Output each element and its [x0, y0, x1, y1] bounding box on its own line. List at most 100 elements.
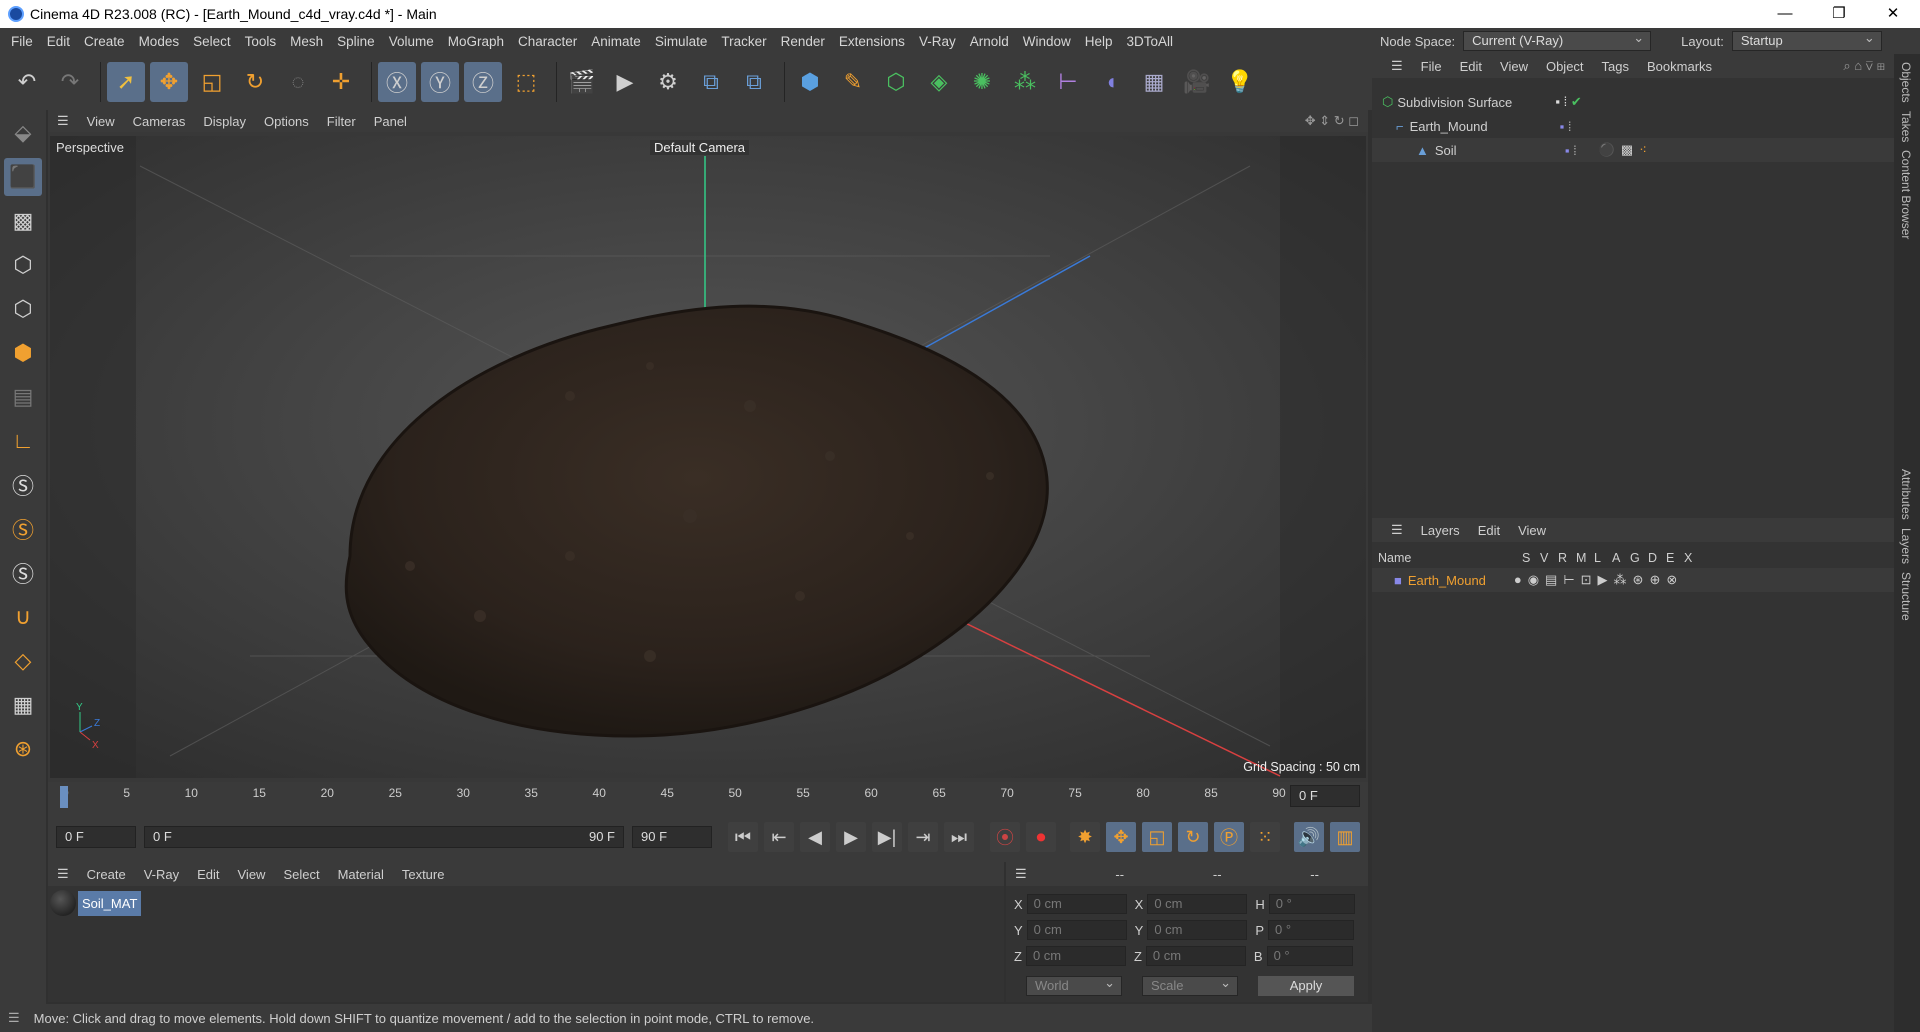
menu-mograph[interactable]: MoGraph	[441, 34, 511, 49]
material-menu-edit[interactable]: Edit	[188, 867, 228, 882]
scale-key-icon[interactable]: ◱	[1142, 822, 1172, 852]
solo-hierarchy-icon[interactable]: Ⓢ	[4, 554, 42, 592]
position-z-field[interactable]: 0 cm	[1025, 946, 1126, 966]
make-editable-icon[interactable]: ⬙	[4, 114, 42, 152]
menu-render[interactable]: Render	[774, 34, 832, 49]
autokey-icon[interactable]: ⏺	[1026, 822, 1056, 852]
menu-spline[interactable]: Spline	[330, 34, 382, 49]
go-to-start-icon[interactable]: ⏮	[728, 822, 758, 852]
object-menu-view[interactable]: View	[1491, 59, 1537, 74]
search-icon[interactable]: ⌕ ⌂ ⊽ ⊞	[1834, 58, 1894, 74]
render-view-icon[interactable]: 🎬	[563, 62, 601, 102]
tab-takes[interactable]: Takes	[1899, 111, 1913, 142]
planar-workplane-icon[interactable]: ⊛	[4, 730, 42, 768]
menu-arnold[interactable]: Arnold	[963, 34, 1016, 49]
x-axis-lock-icon[interactable]: Ⓧ	[378, 62, 416, 102]
hamburger-icon[interactable]: ☰	[48, 113, 78, 129]
live-select-icon[interactable]: ✛	[322, 62, 360, 102]
recent-tool-icon[interactable]: ◌	[279, 62, 317, 102]
previous-frame-icon[interactable]: ◀	[800, 822, 830, 852]
phong-tag-icon[interactable]: ⁖	[1639, 142, 1647, 158]
select-tool-icon[interactable]: ➚	[107, 62, 145, 102]
material-menu-view[interactable]: View	[229, 867, 275, 882]
status-menu-icon[interactable]: ☰	[8, 1010, 20, 1026]
viewport-menu-display[interactable]: Display	[194, 114, 255, 129]
hamburger-icon[interactable]: ☰	[1382, 58, 1412, 74]
model-mode-icon[interactable]: ⬛	[4, 158, 42, 196]
material-menu-material[interactable]: Material	[329, 867, 393, 882]
position-x-field[interactable]: 0 cm	[1026, 894, 1127, 914]
size-z-field[interactable]: 0 cm	[1145, 946, 1246, 966]
hamburger-icon[interactable]: ☰	[48, 866, 78, 882]
hamburger-icon[interactable]: ☰	[1006, 866, 1036, 882]
object-row[interactable]: ▲ Soil ▪ ⁞ ⚫ ▩ ⁖	[1372, 138, 1894, 162]
menu-vray[interactable]: V-Ray	[912, 34, 963, 49]
sound-icon[interactable]: 🔊	[1294, 822, 1324, 852]
move-tool-icon[interactable]: ✥	[150, 62, 188, 102]
next-frame-icon[interactable]: ▶|	[872, 822, 902, 852]
object-row[interactable]: ⌐ Earth_Mound ▪ ⁞	[1372, 114, 1894, 138]
viewport-menu-panel[interactable]: Panel	[365, 114, 416, 129]
current-frame-field[interactable]: 0 F	[1290, 785, 1360, 807]
material-menu-create[interactable]: Create	[78, 867, 135, 882]
rotate-tool-icon[interactable]: ↻	[236, 62, 274, 102]
material-menu-vray[interactable]: V-Ray	[135, 867, 188, 882]
cloner-icon[interactable]: ⁂	[1006, 62, 1044, 102]
object-menu-tags[interactable]: Tags	[1593, 59, 1638, 74]
workplane-icon[interactable]: ◇	[4, 642, 42, 680]
point-mode-icon[interactable]: ⬡	[4, 246, 42, 284]
rotation-b-field[interactable]: 0 °	[1266, 946, 1353, 966]
viewport-nav-icons[interactable]: ✥ ⇕ ↻ ◻	[1296, 113, 1368, 129]
viewport-menu-options[interactable]: Options	[255, 114, 318, 129]
next-key-icon[interactable]: ⇥	[908, 822, 938, 852]
tab-objects[interactable]: Objects	[1899, 62, 1913, 103]
size-x-field[interactable]: 0 cm	[1147, 894, 1248, 914]
undo-icon[interactable]: ↶	[8, 62, 46, 102]
menu-animate[interactable]: Animate	[584, 34, 648, 49]
python-icon[interactable]: ⧉	[692, 62, 730, 102]
object-menu-file[interactable]: File	[1412, 59, 1451, 74]
snap-icon[interactable]: ∪	[4, 598, 42, 636]
floor-icon[interactable]: ▦	[1135, 62, 1173, 102]
position-y-field[interactable]: 0 cm	[1026, 920, 1127, 940]
material-tag-icon[interactable]: ⚫	[1599, 142, 1615, 158]
tab-content-browser[interactable]: Content Browser	[1899, 150, 1913, 239]
tab-layers[interactable]: Layers	[1899, 528, 1913, 564]
frame-range-slider[interactable]: 0 F 90 F	[144, 826, 624, 848]
object-row[interactable]: ⬡ Subdivision Surface ▪ ⁞ ✔	[1372, 90, 1894, 114]
visibility-dots[interactable]: ▪ ⁞ ✔	[1555, 94, 1581, 110]
hamburger-icon[interactable]: ☰	[1382, 522, 1412, 538]
camera-icon[interactable]: 🎥	[1178, 62, 1216, 102]
end-frame-field[interactable]: 90 F	[632, 826, 712, 848]
node-space-dropdown[interactable]: Current (V-Ray)	[1463, 29, 1652, 51]
layer-toggle-icons[interactable]: ●◉▤⊢⊡▶⁂⊛⊕⊗	[1514, 572, 1683, 588]
timeline-ruler[interactable]: 0 5 10 15 20 25 30 35 40 45 50 55 60 65 …	[48, 782, 1368, 812]
keyframe-selection-icon[interactable]: ✸	[1070, 822, 1100, 852]
layout-dropdown[interactable]: Startup	[1731, 29, 1882, 51]
field-icon[interactable]: ◖	[1092, 62, 1130, 102]
subdivision-icon[interactable]: ⬡	[877, 62, 915, 102]
tab-attributes[interactable]: Attributes	[1899, 469, 1913, 520]
go-to-end-icon[interactable]: ⏭	[944, 822, 974, 852]
maximize-button[interactable]: ❐	[1812, 0, 1866, 28]
menu-tools[interactable]: Tools	[238, 34, 284, 49]
locked-workplane-icon[interactable]: ▦	[4, 686, 42, 724]
array-icon[interactable]: ✺	[963, 62, 1001, 102]
viewport-menu-cameras[interactable]: Cameras	[124, 114, 195, 129]
coordinate-space-dropdown[interactable]: World	[1026, 974, 1122, 996]
object-menu-edit[interactable]: Edit	[1451, 59, 1491, 74]
pen-icon[interactable]: ✎	[834, 62, 872, 102]
3d-viewport[interactable]: Y Z X Perspective Default Camera Grid Sp…	[50, 136, 1366, 778]
menu-extensions[interactable]: Extensions	[832, 34, 912, 49]
layers-menu-layers[interactable]: Layers	[1412, 523, 1469, 538]
viewport-menu-view[interactable]: View	[78, 114, 124, 129]
axis-mode-icon[interactable]: ∟	[4, 422, 42, 460]
size-mode-dropdown[interactable]: Scale	[1142, 974, 1238, 996]
layers-menu-view[interactable]: View	[1509, 523, 1555, 538]
previous-key-icon[interactable]: ⇤	[764, 822, 794, 852]
layer-row[interactable]: ■ Earth_Mound ●◉▤⊢⊡▶⁂⊛⊕⊗	[1372, 568, 1894, 592]
menu-select[interactable]: Select	[186, 34, 238, 49]
rotation-key-icon[interactable]: ↻	[1178, 822, 1208, 852]
position-key-icon[interactable]: ✥	[1106, 822, 1136, 852]
play-icon[interactable]: ▶	[836, 822, 866, 852]
